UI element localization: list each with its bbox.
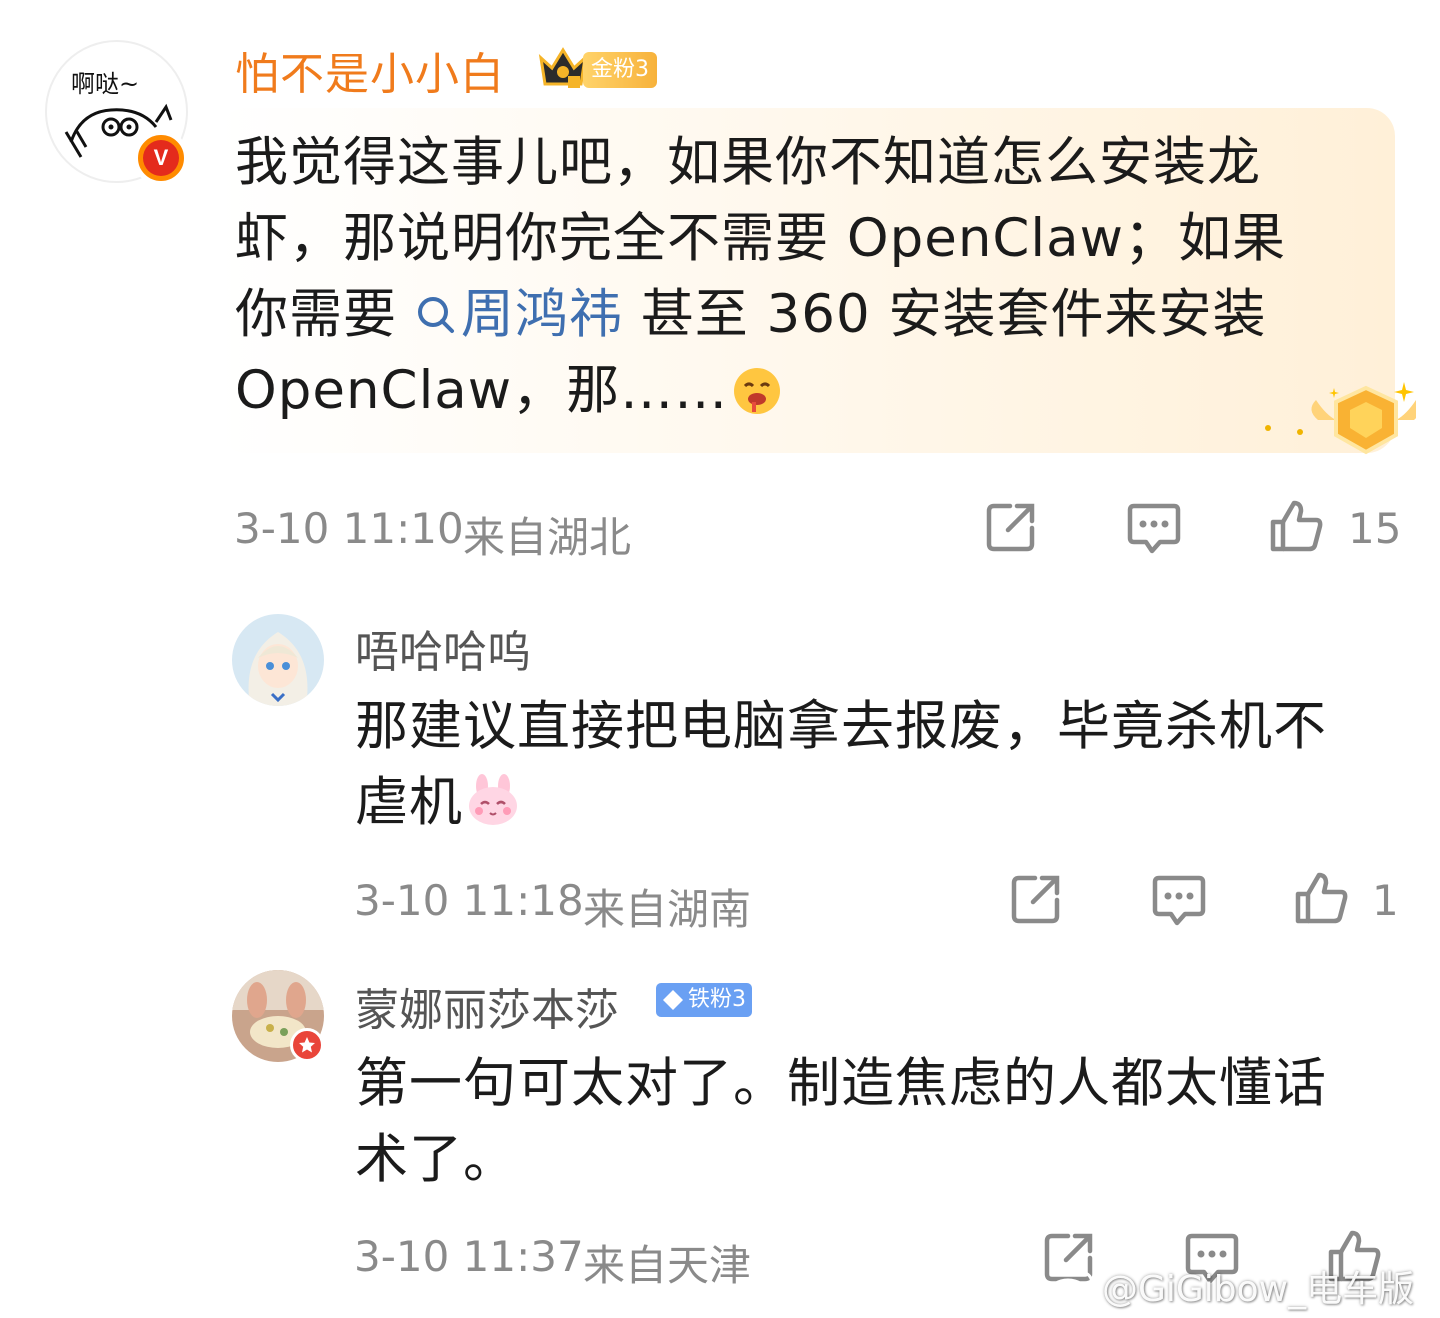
share-icon[interactable]: [984, 500, 1038, 554]
reply-text: 那建议直接把电脑拿去报废，毕竟杀机不虐机: [355, 689, 1375, 841]
comment-time: 3-10 11:10: [234, 504, 464, 553]
reply-text: 第一句可太对了。制造焦虑的人都太懂话术了。: [355, 1053, 1327, 1190]
reply-location: 来自湖南: [583, 885, 752, 934]
reply-location: 来自天津: [583, 1241, 752, 1290]
topic-text: 周鸿祎: [460, 284, 623, 345]
drooling-emoji-icon: [734, 368, 781, 414]
reply-author-avatar[interactable]: [232, 614, 324, 706]
topic-link[interactable]: 周鸿祎: [415, 284, 623, 345]
comment-icon[interactable]: [1151, 872, 1207, 928]
medal-icon: [1265, 382, 1416, 455]
watermark-text: @GiGibow_电车版: [1102, 1269, 1415, 1310]
avatar-caption: 啊哒~: [71, 70, 140, 98]
gold-fan-badge: 金粉3: [583, 52, 657, 88]
diamond-icon: [663, 990, 683, 1010]
bunny-emoji-icon: [469, 774, 517, 825]
share-icon[interactable]: [1009, 872, 1063, 926]
watermark: @GiGibow_电车版: [1048, 1260, 1414, 1312]
main-comment-text: 我觉得这事儿吧，如果你不知道怎么安装龙虾，那说明你完全不需要 OpenClaw；…: [235, 125, 1335, 429]
fan-badge-label: 铁粉3: [688, 987, 746, 1012]
comment-location: 来自湖北: [463, 513, 632, 562]
like-count: 1: [1372, 876, 1399, 925]
main-author-name[interactable]: 怕不是小小白: [235, 38, 505, 102]
reply-time: 3-10 11:37: [354, 1232, 584, 1281]
reply-author-name[interactable]: 蒙娜丽莎本莎: [355, 974, 619, 1038]
search-icon: [417, 297, 454, 333]
verified-star-icon: [290, 1028, 324, 1062]
verified-badge-icon: V: [133, 130, 189, 186]
like-icon[interactable]: [1268, 498, 1324, 554]
reply-time: 3-10 11:18: [354, 876, 584, 925]
weibo-logo-icon: [1048, 1270, 1094, 1306]
comment-thread: 啊哒~ V 怕不是小小白 金粉3 我觉得这事儿吧，如果你不知道怎么安装龙虾，那说…: [0, 0, 1440, 1318]
crown-icon: [538, 47, 588, 88]
iron-fan-badge: 铁粉3: [656, 983, 752, 1017]
like-count: 15: [1348, 504, 1402, 553]
like-icon[interactable]: [1293, 870, 1349, 926]
reply-author-name[interactable]: 唔哈哈呜: [355, 616, 531, 680]
anime-girl-avatar-icon: [232, 614, 324, 706]
comment-icon[interactable]: [1126, 500, 1182, 556]
